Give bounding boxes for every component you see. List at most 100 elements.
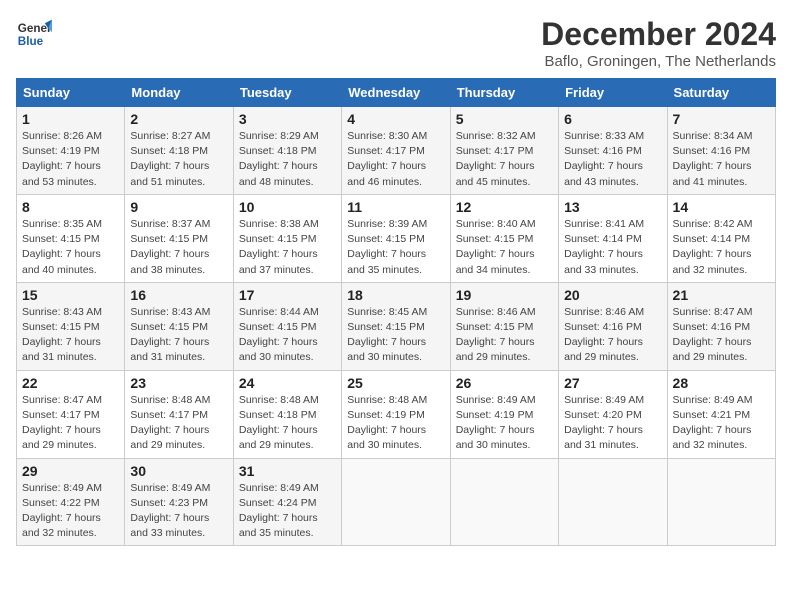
logo-icon: General Blue <box>16 16 52 52</box>
day-info: Sunrise: 8:48 AM Sunset: 4:18 PM Dayligh… <box>239 393 336 454</box>
day-info: Sunrise: 8:46 AM Sunset: 4:15 PM Dayligh… <box>456 305 553 366</box>
week-row-3: 15Sunrise: 8:43 AM Sunset: 4:15 PM Dayli… <box>17 282 776 370</box>
calendar-cell: 1Sunrise: 8:26 AM Sunset: 4:19 PM Daylig… <box>17 107 125 195</box>
calendar-header: SundayMondayTuesdayWednesdayThursdayFrid… <box>17 79 776 107</box>
day-number: 5 <box>456 111 553 127</box>
day-info: Sunrise: 8:29 AM Sunset: 4:18 PM Dayligh… <box>239 129 336 190</box>
calendar-cell: 15Sunrise: 8:43 AM Sunset: 4:15 PM Dayli… <box>17 282 125 370</box>
calendar-cell: 13Sunrise: 8:41 AM Sunset: 4:14 PM Dayli… <box>559 194 667 282</box>
calendar-cell: 8Sunrise: 8:35 AM Sunset: 4:15 PM Daylig… <box>17 194 125 282</box>
day-info: Sunrise: 8:47 AM Sunset: 4:16 PM Dayligh… <box>673 305 770 366</box>
day-info: Sunrise: 8:35 AM Sunset: 4:15 PM Dayligh… <box>22 217 119 278</box>
calendar-cell: 14Sunrise: 8:42 AM Sunset: 4:14 PM Dayli… <box>667 194 775 282</box>
calendar-cell: 6Sunrise: 8:33 AM Sunset: 4:16 PM Daylig… <box>559 107 667 195</box>
day-info: Sunrise: 8:42 AM Sunset: 4:14 PM Dayligh… <box>673 217 770 278</box>
calendar-cell: 23 Sunrise: 8:48 AM Sunset: 4:17 PM Dayli… <box>125 370 233 458</box>
day-info: Sunrise: 8:33 AM Sunset: 4:16 PM Dayligh… <box>564 129 661 190</box>
header-tuesday: Tuesday <box>233 79 341 107</box>
day-number: 2 <box>130 111 227 127</box>
day-info: Sunrise: 8:38 AM Sunset: 4:15 PM Dayligh… <box>239 217 336 278</box>
calendar-cell: 5Sunrise: 8:32 AM Sunset: 4:17 PM Daylig… <box>450 107 558 195</box>
calendar-cell: 4Sunrise: 8:30 AM Sunset: 4:17 PM Daylig… <box>342 107 450 195</box>
calendar-cell: 11 Sunrise: 8:39 AM Sunset: 4:15 PM Dayli… <box>342 194 450 282</box>
page-header: General Blue December 2024 Baflo, Gronin… <box>16 16 776 70</box>
day-info: Sunrise: 8:43 AM Sunset: 4:15 PM Dayligh… <box>130 305 227 366</box>
calendar-cell: 20 Sunrise: 8:46 AM Sunset: 4:16 PM Dayli… <box>559 282 667 370</box>
calendar-cell: 12 Sunrise: 8:40 AM Sunset: 4:15 PM Dayli… <box>450 194 558 282</box>
week-row-2: 8Sunrise: 8:35 AM Sunset: 4:15 PM Daylig… <box>17 194 776 282</box>
day-number: 3 <box>239 111 336 127</box>
svg-text:Blue: Blue <box>18 35 44 48</box>
calendar-cell: 31 Sunrise: 8:49 AM Sunset: 4:24 PM Dayli… <box>233 458 341 546</box>
day-info: Sunrise: 8:41 AM Sunset: 4:14 PM Dayligh… <box>564 217 661 278</box>
day-number: 20 <box>564 287 661 303</box>
day-info: Sunrise: 8:45 AM Sunset: 4:15 PM Dayligh… <box>347 305 444 366</box>
calendar-cell: 9 Sunrise: 8:37 AM Sunset: 4:15 PM Daylig… <box>125 194 233 282</box>
calendar-cell: 7 Sunrise: 8:34 AM Sunset: 4:16 PM Daylig… <box>667 107 775 195</box>
day-info: Sunrise: 8:39 AM Sunset: 4:15 PM Dayligh… <box>347 217 444 278</box>
day-info: Sunrise: 8:27 AM Sunset: 4:18 PM Dayligh… <box>130 129 227 190</box>
calendar-cell: 2 Sunrise: 8:27 AM Sunset: 4:18 PM Daylig… <box>125 107 233 195</box>
week-row-4: 22 Sunrise: 8:47 AM Sunset: 4:17 PM Dayli… <box>17 370 776 458</box>
day-number: 11 <box>347 199 444 215</box>
week-row-5: 29 Sunrise: 8:49 AM Sunset: 4:22 PM Dayli… <box>17 458 776 546</box>
header-sunday: Sunday <box>17 79 125 107</box>
calendar-cell: 18 Sunrise: 8:45 AM Sunset: 4:15 PM Dayli… <box>342 282 450 370</box>
day-number: 24 <box>239 375 336 391</box>
calendar-cell: 21Sunrise: 8:47 AM Sunset: 4:16 PM Dayli… <box>667 282 775 370</box>
calendar-subtitle: Baflo, Groningen, The Netherlands <box>541 53 776 70</box>
day-number: 9 <box>130 199 227 215</box>
calendar-cell: 28 Sunrise: 8:49 AM Sunset: 4:21 PM Dayli… <box>667 370 775 458</box>
day-info: Sunrise: 8:44 AM Sunset: 4:15 PM Dayligh… <box>239 305 336 366</box>
day-info: Sunrise: 8:46 AM Sunset: 4:16 PM Dayligh… <box>564 305 661 366</box>
day-number: 30 <box>130 463 227 479</box>
calendar-cell: 29 Sunrise: 8:49 AM Sunset: 4:22 PM Dayli… <box>17 458 125 546</box>
day-number: 31 <box>239 463 336 479</box>
day-info: Sunrise: 8:40 AM Sunset: 4:15 PM Dayligh… <box>456 217 553 278</box>
calendar-cell: 16 Sunrise: 8:43 AM Sunset: 4:15 PM Dayli… <box>125 282 233 370</box>
calendar-cell <box>667 458 775 546</box>
day-number: 23 <box>130 375 227 391</box>
week-row-1: 1Sunrise: 8:26 AM Sunset: 4:19 PM Daylig… <box>17 107 776 195</box>
header-wednesday: Wednesday <box>342 79 450 107</box>
calendar-table: SundayMondayTuesdayWednesdayThursdayFrid… <box>16 78 776 546</box>
day-number: 17 <box>239 287 336 303</box>
calendar-cell: 24 Sunrise: 8:48 AM Sunset: 4:18 PM Dayli… <box>233 370 341 458</box>
day-number: 10 <box>239 199 336 215</box>
header-thursday: Thursday <box>450 79 558 107</box>
day-info: Sunrise: 8:49 AM Sunset: 4:24 PM Dayligh… <box>239 481 336 542</box>
calendar-cell: 30 Sunrise: 8:49 AM Sunset: 4:23 PM Dayli… <box>125 458 233 546</box>
calendar-cell: 25Sunrise: 8:48 AM Sunset: 4:19 PM Dayli… <box>342 370 450 458</box>
calendar-title: December 2024 <box>541 16 776 53</box>
day-info: Sunrise: 8:49 AM Sunset: 4:22 PM Dayligh… <box>22 481 119 542</box>
calendar-cell: 19Sunrise: 8:46 AM Sunset: 4:15 PM Dayli… <box>450 282 558 370</box>
header-friday: Friday <box>559 79 667 107</box>
calendar-cell: 3 Sunrise: 8:29 AM Sunset: 4:18 PM Daylig… <box>233 107 341 195</box>
calendar-cell <box>559 458 667 546</box>
day-info: Sunrise: 8:49 AM Sunset: 4:21 PM Dayligh… <box>673 393 770 454</box>
calendar-cell <box>450 458 558 546</box>
day-number: 16 <box>130 287 227 303</box>
day-number: 22 <box>22 375 119 391</box>
day-info: Sunrise: 8:47 AM Sunset: 4:17 PM Dayligh… <box>22 393 119 454</box>
day-number: 7 <box>673 111 770 127</box>
calendar-body: 1Sunrise: 8:26 AM Sunset: 4:19 PM Daylig… <box>17 107 776 546</box>
day-number: 29 <box>22 463 119 479</box>
day-number: 25 <box>347 375 444 391</box>
day-info: Sunrise: 8:48 AM Sunset: 4:17 PM Dayligh… <box>130 393 227 454</box>
calendar-cell: 26 Sunrise: 8:49 AM Sunset: 4:19 PM Dayli… <box>450 370 558 458</box>
day-number: 4 <box>347 111 444 127</box>
day-number: 27 <box>564 375 661 391</box>
day-info: Sunrise: 8:49 AM Sunset: 4:19 PM Dayligh… <box>456 393 553 454</box>
day-info: Sunrise: 8:34 AM Sunset: 4:16 PM Dayligh… <box>673 129 770 190</box>
title-block: December 2024 Baflo, Groningen, The Neth… <box>541 16 776 70</box>
day-number: 12 <box>456 199 553 215</box>
day-info: Sunrise: 8:26 AM Sunset: 4:19 PM Dayligh… <box>22 129 119 190</box>
calendar-cell: 17 Sunrise: 8:44 AM Sunset: 4:15 PM Dayli… <box>233 282 341 370</box>
calendar-cell: 10 Sunrise: 8:38 AM Sunset: 4:15 PM Dayli… <box>233 194 341 282</box>
day-number: 28 <box>673 375 770 391</box>
day-number: 18 <box>347 287 444 303</box>
day-number: 26 <box>456 375 553 391</box>
day-info: Sunrise: 8:49 AM Sunset: 4:23 PM Dayligh… <box>130 481 227 542</box>
day-info: Sunrise: 8:37 AM Sunset: 4:15 PM Dayligh… <box>130 217 227 278</box>
